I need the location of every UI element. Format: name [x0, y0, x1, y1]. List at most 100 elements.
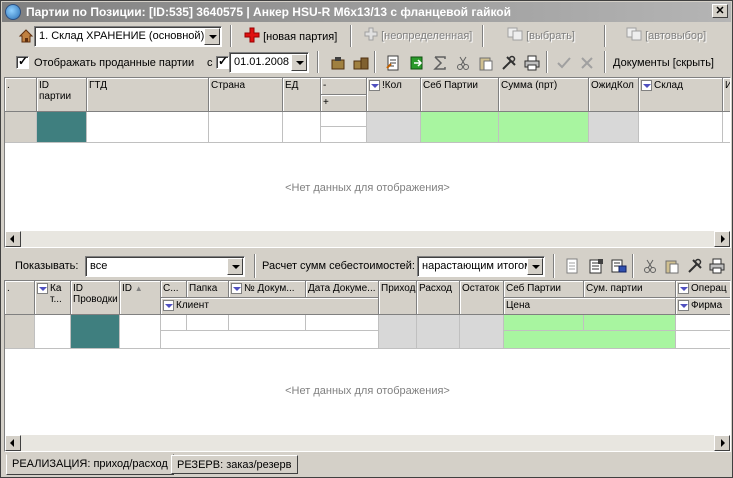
- chevron-down-icon[interactable]: [204, 28, 220, 45]
- warehouse-move-icon[interactable]: [330, 55, 346, 71]
- table-cell[interactable]: [37, 112, 87, 143]
- col-cost[interactable]: Себ Партии: [421, 78, 499, 112]
- table-cell[interactable]: [584, 315, 676, 331]
- close-button[interactable]: ✕: [712, 4, 728, 18]
- col-firm[interactable]: Фирма: [676, 298, 730, 315]
- table-cell[interactable]: [71, 315, 120, 349]
- col-price[interactable]: Цена: [504, 298, 676, 315]
- table-cell[interactable]: [639, 112, 723, 143]
- table-cell[interactable]: [379, 315, 417, 349]
- col-plus[interactable]: +: [321, 95, 367, 112]
- printer-icon[interactable]: [524, 55, 540, 71]
- paste-icon[interactable]: [478, 55, 494, 71]
- printer-icon[interactable]: [709, 258, 725, 274]
- refresh-document-icon[interactable]: [564, 258, 580, 274]
- table-cell[interactable]: [589, 112, 639, 143]
- export-green-icon[interactable]: [409, 55, 425, 71]
- table-cell[interactable]: [723, 112, 730, 143]
- table-cell[interactable]: [209, 112, 283, 143]
- tools-icon[interactable]: [501, 55, 517, 71]
- col-income[interactable]: Приход: [379, 281, 417, 315]
- tools-icon[interactable]: [687, 258, 703, 274]
- col-cost[interactable]: Себ Партии: [504, 281, 584, 298]
- table-cell[interactable]: [35, 315, 71, 349]
- filter-icon[interactable]: [37, 283, 48, 294]
- auto-select-button[interactable]: [автовыбор]: [626, 27, 706, 43]
- col-id-batch[interactable]: ID партии: [37, 78, 87, 112]
- table-cell[interactable]: [417, 315, 460, 349]
- table-cell[interactable]: [460, 315, 504, 349]
- row-indicator[interactable]: [5, 112, 37, 143]
- col-doc-date[interactable]: Дата Докуме...: [306, 281, 379, 298]
- filter-icon[interactable]: [369, 80, 380, 91]
- table-cell[interactable]: [306, 315, 379, 331]
- col-gtd[interactable]: ГТД: [87, 78, 209, 112]
- horizontal-scrollbar[interactable]: [5, 435, 730, 451]
- table-cell[interactable]: [161, 331, 379, 349]
- table-cell[interactable]: [504, 331, 676, 349]
- col-id[interactable]: ID ▲: [120, 281, 161, 315]
- col-remain[interactable]: Остаток: [460, 281, 504, 315]
- table-cell[interactable]: [499, 112, 589, 143]
- col-qty[interactable]: !Кол: [367, 78, 421, 112]
- col-operation[interactable]: Операц: [676, 281, 730, 298]
- col-country[interactable]: Страна: [209, 78, 283, 112]
- table-cell[interactable]: [229, 315, 306, 331]
- table-cell[interactable]: [161, 315, 187, 331]
- date-picker[interactable]: 01.01.2008: [229, 52, 309, 73]
- table-cell[interactable]: [321, 112, 367, 127]
- filter-icon[interactable]: [163, 300, 174, 311]
- row-indicator[interactable]: [5, 315, 35, 349]
- cut-icon[interactable]: [642, 258, 658, 274]
- col-kat[interactable]: Ка т...: [35, 281, 71, 315]
- tab-reserve[interactable]: РЕЗЕРВ: заказ/резерв: [171, 455, 298, 474]
- horizontal-scrollbar[interactable]: [5, 231, 730, 247]
- filter-icon[interactable]: [678, 300, 689, 311]
- col-extra[interactable]: И: [723, 78, 730, 112]
- col-batch-sum[interactable]: Сум. партии: [584, 281, 676, 298]
- col-minus[interactable]: -: [321, 78, 367, 95]
- cancel-icon[interactable]: [579, 55, 595, 71]
- chevron-down-icon[interactable]: [291, 54, 307, 71]
- table-cell[interactable]: [321, 127, 367, 143]
- col-dot[interactable]: .: [5, 281, 35, 315]
- table-cell[interactable]: [120, 315, 161, 349]
- table-cell[interactable]: [421, 112, 499, 143]
- scroll-right-button[interactable]: [714, 435, 730, 451]
- cut-icon[interactable]: [455, 55, 471, 71]
- col-sum[interactable]: Сумма (прт): [499, 78, 589, 112]
- chevron-down-icon[interactable]: [227, 258, 243, 275]
- scroll-left-button[interactable]: [5, 231, 21, 247]
- calc-select[interactable]: нарастающим итогом: [417, 256, 545, 277]
- filter-icon[interactable]: [231, 283, 242, 294]
- undefined-batch-button[interactable]: [неопределенная]: [364, 27, 472, 43]
- boxes-icon[interactable]: [353, 55, 369, 71]
- col-id-entry[interactable]: ID Проводки: [71, 281, 120, 315]
- table-cell[interactable]: [187, 315, 229, 331]
- documents-toggle-button[interactable]: Документы [скрыть]: [613, 57, 714, 69]
- show-select[interactable]: все: [85, 256, 245, 277]
- table-cell[interactable]: [87, 112, 209, 143]
- document-list-icon[interactable]: [588, 258, 604, 274]
- paste-icon[interactable]: [664, 258, 680, 274]
- filter-icon[interactable]: [678, 283, 689, 294]
- select-button[interactable]: [выбрать]: [507, 27, 575, 43]
- col-unit[interactable]: ЕД: [283, 78, 321, 112]
- show-sold-checkbox[interactable]: [16, 54, 29, 69]
- col-outcome[interactable]: Расход: [417, 281, 460, 315]
- tab-sales[interactable]: РЕАЛИЗАЦИЯ: приход/расход: [6, 454, 174, 475]
- table-cell[interactable]: [676, 331, 730, 349]
- filter-icon[interactable]: [641, 80, 652, 91]
- col-folder[interactable]: Папка: [187, 281, 229, 298]
- new-batch-button[interactable]: [новая партия]: [244, 27, 337, 45]
- col-warehouse[interactable]: Склад: [639, 78, 723, 112]
- scroll-left-button[interactable]: [5, 435, 21, 451]
- document-print-icon[interactable]: [611, 258, 627, 274]
- table-cell[interactable]: [504, 315, 584, 331]
- sum-icon[interactable]: [432, 55, 448, 71]
- table-cell[interactable]: [676, 315, 730, 331]
- checkmark-icon[interactable]: [556, 55, 572, 71]
- col-c[interactable]: С...: [161, 281, 187, 298]
- col-client[interactable]: Клиент: [161, 298, 379, 315]
- col-expected[interactable]: ОжидКол: [589, 78, 639, 112]
